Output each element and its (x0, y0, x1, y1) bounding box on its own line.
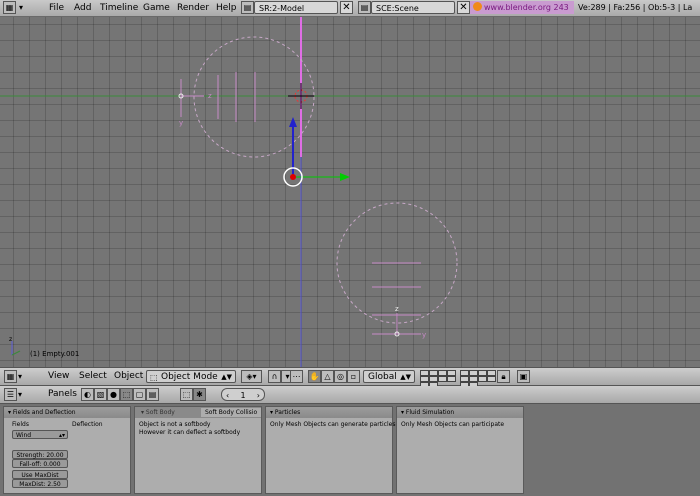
scene-name-field[interactable]: SCE:Scene (371, 1, 455, 14)
fields-panel-title[interactable]: ▾ Fields and Deflection (4, 407, 130, 418)
softbody-panel: ▾ Soft Body Soft Body Collisio Object is… (134, 406, 262, 494)
menu-select[interactable]: Select (79, 370, 107, 383)
frame-number-field[interactable]: ‹ 1 › (221, 388, 265, 401)
softbody-tabs: ▾ Soft Body Soft Body Collisio (135, 407, 261, 418)
menu-add[interactable]: Add (74, 0, 91, 16)
object-context-icon[interactable]: ⬚ (120, 388, 133, 401)
field-type-select[interactable]: Wind ▴▾ (12, 430, 68, 439)
mode-select[interactable]: ⬚ Object Mode ▲▼ (146, 370, 236, 383)
menu-timeline[interactable]: Timeline (100, 0, 138, 16)
buttons-header-collapse-icon[interactable]: ▾ (18, 388, 22, 401)
object-mode-icon: ⬚ (150, 373, 158, 382)
manipulator-toggle-icon[interactable]: ✋ (308, 370, 321, 383)
particles-panel: ▾ Particles Only Mesh Objects can genera… (265, 406, 396, 494)
use-maxdist-toggle[interactable]: Use MaxDist (12, 470, 68, 479)
draw-type-icon[interactable]: ◈▾ (241, 370, 262, 383)
rotate-manipulator-icon[interactable]: ◎ (334, 370, 347, 383)
panels-area: ▾ Fields and Deflection Fields Deflectio… (0, 404, 700, 496)
active-object-label: (1) Empty.001 (30, 350, 80, 358)
menu-help[interactable]: Help (216, 0, 237, 16)
axis-label-z2: z (395, 305, 399, 313)
blender-url: www.blender.org 243 (484, 3, 569, 12)
fields-deflection-panel: ▾ Fields and Deflection Fields Deflectio… (3, 406, 131, 494)
align-icon[interactable]: ⋯ (290, 370, 303, 383)
fluid-text: Only Mesh Objects can participate (401, 421, 505, 428)
chevron-left-icon[interactable]: ‹ (226, 389, 229, 402)
menu-view[interactable]: View (48, 370, 69, 383)
screen-delete-icon[interactable]: ✕ (340, 1, 353, 14)
3d-viewport[interactable]: z y z y z (1) Empty.001 (0, 17, 700, 367)
chevron-down-icon: ▲▼ (221, 373, 232, 381)
editing-context-icon[interactable]: ▢ (133, 388, 146, 401)
scene-browse-icon[interactable]: ▤ (358, 1, 371, 14)
softbody-text-2: However it can deflect a softbody (139, 429, 241, 436)
frame-number-value: 1 (240, 391, 246, 400)
deflection-tab-label[interactable]: Deflection (72, 421, 103, 429)
header-collapse-icon[interactable]: ▾ (19, 0, 23, 16)
object-subcontext-icon[interactable]: ⬚ (180, 388, 193, 401)
svg-text:z: z (9, 336, 12, 343)
fields-tab-label[interactable]: Fields (12, 421, 29, 429)
panels-menu[interactable]: Panels (48, 388, 77, 401)
chevron-right-icon[interactable]: › (257, 389, 260, 402)
scene-delete-icon[interactable]: ✕ (457, 1, 470, 14)
script-context-icon[interactable]: ▧ (94, 388, 107, 401)
scene-stats: Ve:289 | Fa:256 | Ob:5-3 | La (578, 3, 693, 12)
orientation-label: Global (368, 372, 397, 382)
layer-buttons-1[interactable] (420, 370, 460, 388)
logic-context-icon[interactable]: ◐ (81, 388, 94, 401)
field-circle-1 (193, 36, 315, 158)
mode-select-label: Object Mode (161, 372, 218, 382)
lock-icon[interactable]: 🔒︎ (497, 370, 510, 383)
axis-label-z1: z (208, 92, 212, 100)
menu-object[interactable]: Object (114, 370, 143, 383)
axis-label-y2: y (422, 331, 426, 339)
info-header: ▦ ▾ File Add Timeline Game Render Help ▤… (0, 0, 700, 17)
scene-context-icon[interactable]: ▤ (146, 388, 159, 401)
object-origin (290, 174, 296, 180)
blender-url-badge[interactable]: www.blender.org 243 (470, 1, 574, 14)
fluid-panel: ▾ Fluid Simulation Only Mesh Objects can… (396, 406, 524, 494)
window-type-icon[interactable]: ▦ (3, 1, 16, 14)
shading-context-icon[interactable]: ● (107, 388, 120, 401)
render-preview-icon[interactable]: ▣ (517, 370, 530, 383)
menu-render[interactable]: Render (177, 0, 209, 16)
blender-logo-icon (473, 2, 482, 11)
physics-subcontext-icon[interactable]: ✱ (193, 388, 206, 401)
softbody-tab[interactable]: ▾ Soft Body (137, 408, 179, 417)
view3d-header: ▦ ▾ View Select Object ⬚ Object Mode ▲▼ … (0, 367, 700, 388)
chevron-down-icon: ▲▼ (400, 373, 411, 381)
particles-panel-title[interactable]: ▾ Particles (266, 407, 392, 418)
falloff-field[interactable]: Fall-off: 0.000 (12, 459, 68, 468)
menu-game[interactable]: Game (143, 0, 170, 16)
softbody-text-1: Object is not a softbody (139, 421, 211, 428)
fluid-panel-title[interactable]: ▾ Fluid Simulation (397, 407, 523, 418)
orientation-select[interactable]: Global ▲▼ (363, 370, 415, 383)
maxdist-field[interactable]: MaxDist: 2.50 (12, 479, 68, 488)
translate-manipulator-icon[interactable]: △ (321, 370, 334, 383)
scale-manipulator-icon[interactable]: ▫ (347, 370, 360, 383)
buttons-header: ☰ ▾ Panels ◐ ▧ ● ⬚ ▢ ▤ ⬚ ✱ ‹ 1 › (0, 386, 700, 404)
pivot-icon[interactable]: ∩ (268, 370, 281, 383)
axis-label-y1: y (179, 119, 183, 127)
layer-buttons-2[interactable] (460, 370, 500, 388)
manipulator-z-arrow (289, 117, 297, 127)
buttons-window-type-icon[interactable]: ☰ (4, 388, 17, 401)
softbody-collision-tab[interactable]: Soft Body Collisio (201, 408, 261, 417)
screen-name-field[interactable]: SR:2-Model (254, 1, 338, 14)
chevron-down-icon: ▴▾ (58, 432, 65, 439)
menu-file[interactable]: File (49, 0, 64, 16)
screen-browse-icon[interactable]: ▤ (241, 1, 254, 14)
particles-text: Only Mesh Objects can generate particles (270, 421, 396, 428)
viewport-scene[interactable]: z y z y z (0, 17, 700, 367)
strength-field[interactable]: Strength: 20.00 (12, 450, 68, 459)
view3d-window-type-icon[interactable]: ▦ (4, 370, 17, 383)
manipulator-y-arrow (340, 173, 350, 181)
view3d-header-collapse-icon[interactable]: ▾ (18, 370, 22, 383)
